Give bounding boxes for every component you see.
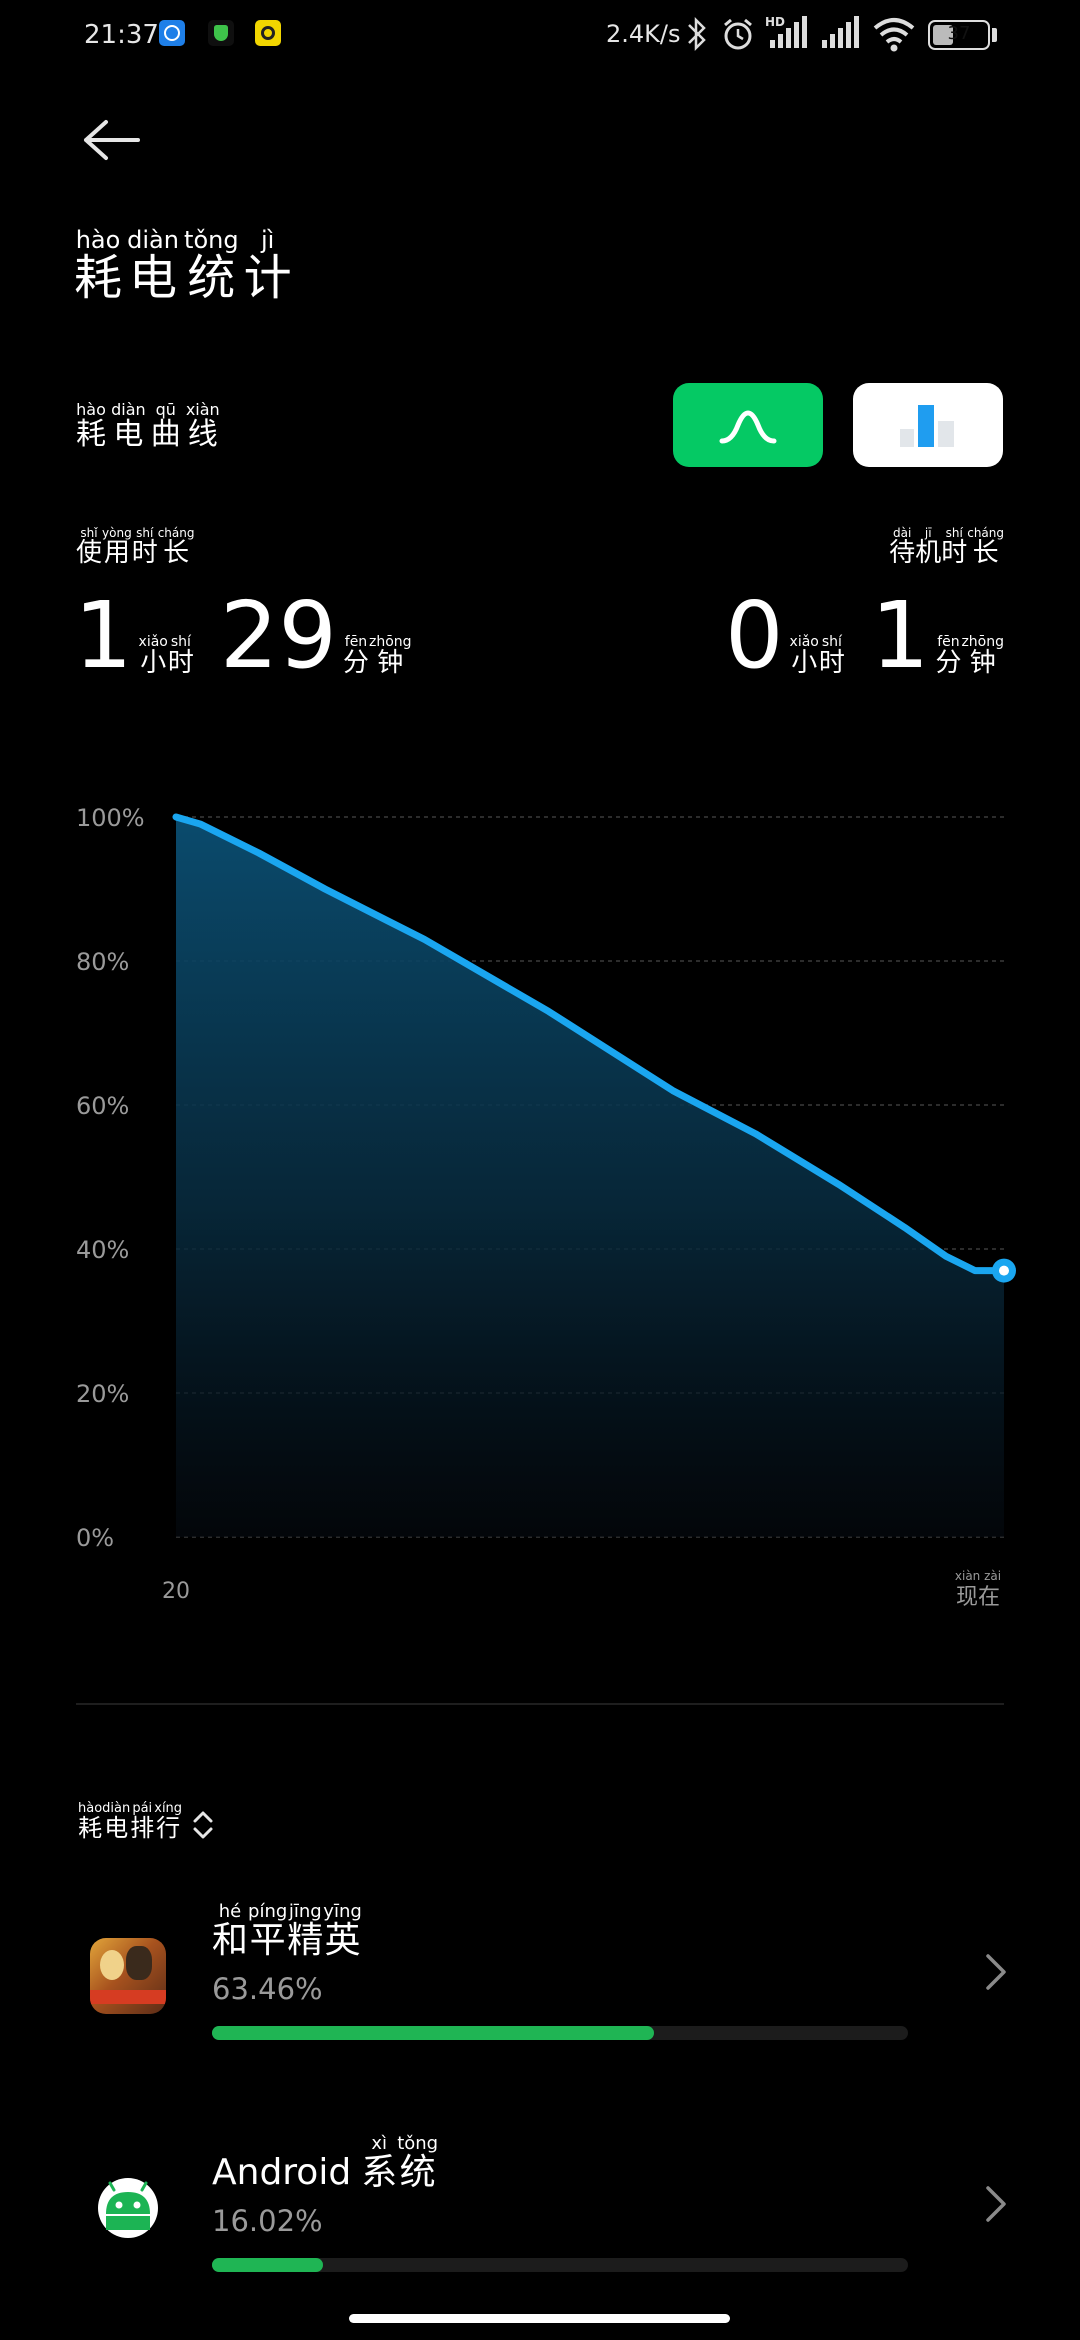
- shield-app-icon: [208, 20, 234, 46]
- app-name: hé 和 píng 平 jīng 精 yīng 英: [212, 1901, 362, 1961]
- kugou-icon: [159, 20, 185, 46]
- curve-view-button[interactable]: [673, 383, 823, 467]
- android-icon: [90, 2170, 166, 2246]
- usage-bar-track: [212, 2258, 908, 2272]
- yellow-app-icon: [255, 20, 281, 46]
- battery-percent: 37: [947, 23, 971, 44]
- ranking-sort-toggle[interactable]: hào 耗 diàn 电 pái 排 xíng 行: [78, 1796, 216, 1842]
- network-speed: 2.4K/s: [606, 20, 681, 48]
- minute-unit: fēn 分 zhōng 钟: [935, 634, 1004, 679]
- usage-hours: 1: [74, 582, 133, 689]
- usage-duration: 1 xiǎo 小 shí 时 29 fēn 分 zhōng 钟: [74, 590, 412, 682]
- app-row-peace-elite[interactable]: hé 和 píng 平 jīng 精 yīng 英 63.46%: [0, 1880, 1080, 2080]
- hour-unit: xiǎo 小 shí 时: [138, 634, 194, 679]
- app-usage-percent: 16.02%: [212, 2204, 323, 2238]
- battery-cap: [992, 28, 997, 42]
- standby-hours: 0: [725, 582, 784, 689]
- y-tick-label: 0%: [76, 1524, 114, 1552]
- hd-signal-icon: HD: [765, 15, 807, 48]
- x-end-label-pinyin: xiàn zài: [955, 1569, 1001, 1583]
- app-row-android-system[interactable]: Android xì 系 tǒng 统 16.02%: [0, 2112, 1080, 2312]
- y-tick-label: 80%: [76, 948, 129, 976]
- app-name: Android xì 系 tǒng 统: [212, 2133, 439, 2193]
- home-indicator[interactable]: [349, 2314, 730, 2323]
- usage-bar-fill: [212, 2258, 324, 2272]
- status-bar: 21:37 2.4K/s HD 37: [0, 0, 1080, 72]
- x-start-label: 20: [162, 1579, 190, 1604]
- usage-bar-fill: [212, 2026, 654, 2040]
- usage-minutes: 29: [219, 582, 337, 689]
- curve-section-label: hào 耗 diàn 电 qū 曲 xiàn 线: [76, 400, 220, 452]
- y-tick-label: 60%: [76, 1092, 129, 1120]
- battery-chart: 100% 80% 60% 40% 20% 0% 20 xiàn zài 现在: [76, 804, 1016, 1610]
- hour-unit: xiǎo 小 shí 时: [789, 634, 845, 679]
- standby-label: dài 待 jī 机 shí 时 cháng 长: [889, 526, 1004, 568]
- bluetooth-icon: [688, 16, 706, 52]
- battery-icon: 37: [928, 20, 990, 50]
- standby-duration: 0 xiǎo 小 shí 时 1 fēn 分 zhōng 钟: [725, 590, 1004, 682]
- peace-elite-app-icon: [90, 1938, 166, 2014]
- curve-icon: [719, 410, 777, 444]
- chart-area: [176, 817, 1004, 1537]
- standby-minutes: 1: [870, 582, 930, 689]
- section-divider: [76, 1703, 1004, 1705]
- usage-bar-track: [212, 2026, 908, 2040]
- y-tick-label: 20%: [76, 1380, 129, 1408]
- app-usage-percent: 63.46%: [212, 1972, 323, 2006]
- chevron-right-icon: [986, 2186, 1006, 2222]
- bar-chart-icon: [900, 405, 954, 447]
- bar-view-button[interactable]: [853, 383, 1003, 467]
- back-button[interactable]: [78, 110, 144, 170]
- svg-text:HD: HD: [765, 15, 785, 29]
- y-tick-label: 40%: [76, 1236, 129, 1264]
- y-tick-label: 100%: [76, 804, 145, 832]
- signal-icon: [822, 16, 859, 48]
- x-end-label: 现在: [956, 1585, 1000, 1610]
- wifi-icon: [873, 18, 915, 52]
- minute-unit: fēn 分 zhōng 钟: [342, 634, 412, 679]
- usage-label: shǐ 使 yòng 用 shí 时 cháng 长: [76, 526, 195, 568]
- page-title: hào 耗 diàn 电 tǒng 统 jì 计: [74, 226, 292, 306]
- status-time: 21:37: [84, 20, 159, 50]
- sort-toggle-icon: [193, 1811, 213, 1839]
- current-level-point-center: [999, 1265, 1009, 1276]
- chevron-right-icon: [986, 1954, 1006, 1990]
- alarm-icon: [724, 18, 752, 50]
